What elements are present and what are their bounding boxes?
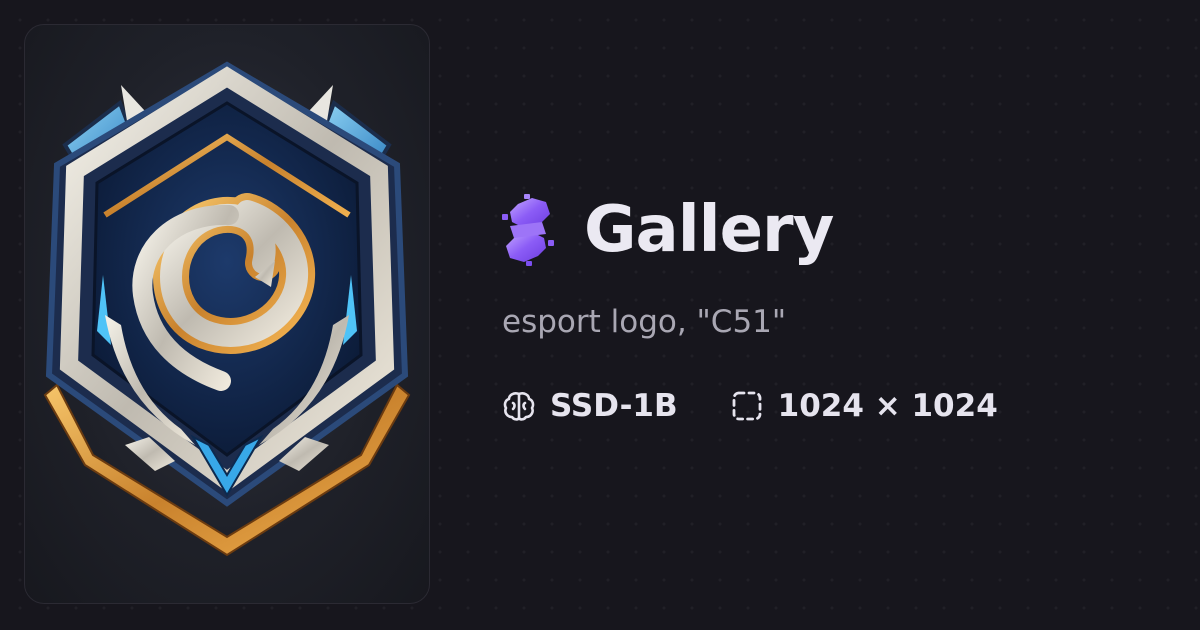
info-panel: Gallery esport logo, "C51" SSD-1B 1024 ×… xyxy=(502,186,1162,423)
dashed-square-icon xyxy=(730,389,764,423)
esport-badge-image xyxy=(43,61,411,557)
generated-image-card[interactable] xyxy=(24,24,430,604)
image-metadata: SSD-1B 1024 × 1024 xyxy=(502,389,1162,423)
purple-bolt-logo-icon xyxy=(502,194,554,266)
model-info: SSD-1B xyxy=(502,389,678,423)
model-label: SSD-1B xyxy=(550,387,678,424)
header: Gallery xyxy=(502,186,1162,274)
dimensions-info: 1024 × 1024 xyxy=(730,389,998,423)
page-title: Gallery xyxy=(584,193,834,267)
brain-icon xyxy=(502,389,536,423)
image-prompt: esport logo, "C51" xyxy=(502,304,787,340)
dimensions-label: 1024 × 1024 xyxy=(777,387,998,424)
